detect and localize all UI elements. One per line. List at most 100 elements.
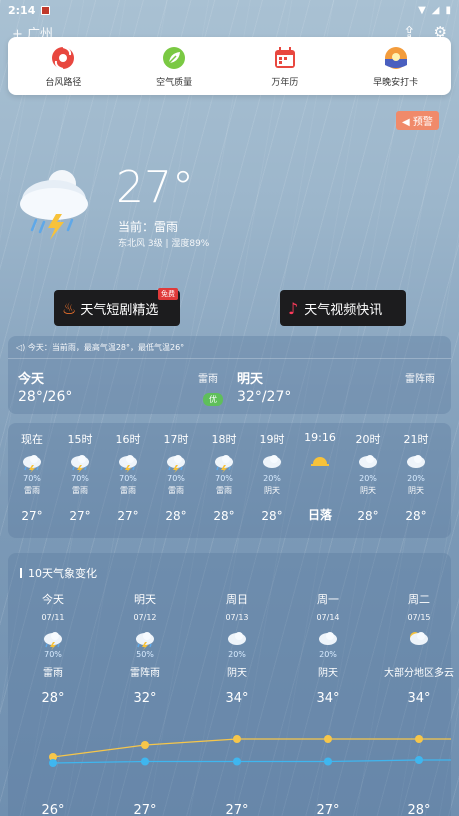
hour-temp: 28°: [357, 509, 379, 523]
hour-condition: 阴天: [264, 486, 280, 495]
hour-icon-wrap: [309, 450, 331, 470]
wind-humidity: 东北风 3级 | 湿度89%: [118, 239, 210, 249]
day-condition: 雷阵雨: [130, 668, 160, 679]
day-item[interactable]: 今天 07/11 70% 雷雨 28° 26°: [8, 591, 98, 816]
hour-icon-wrap: [357, 453, 379, 473]
current-condition: 当前：雷雨: [118, 220, 179, 234]
day-date: 07/11: [41, 613, 65, 622]
divider: [8, 358, 451, 359]
quick-item-typhoon[interactable]: 台风路径: [13, 45, 113, 88]
hour-time: 19时: [259, 433, 285, 446]
day-precip: 20%: [319, 650, 337, 659]
hour-precip: 70%: [167, 474, 185, 483]
cloud-icon: [319, 632, 337, 645]
hour-precip: 70%: [215, 474, 233, 483]
hour-temp: 27°: [69, 509, 91, 523]
day-high: 28°: [41, 691, 65, 706]
quick-item-air-quality[interactable]: 空气质量: [124, 45, 224, 88]
hourly-item: 19:16 日落: [296, 423, 344, 523]
battery-icon: ▮: [445, 4, 451, 16]
high-temp-point: [324, 735, 332, 743]
quick-item-calendar[interactable]: 万年历: [235, 45, 335, 88]
high-temp-point: [415, 735, 423, 743]
hour-icon-wrap: [69, 453, 91, 473]
hour-temp: 28°: [405, 509, 427, 523]
cloud-icon: [228, 632, 246, 645]
hourly-item: 21时 20% 阴天 28°: [392, 423, 440, 523]
cloud-icon: [407, 455, 425, 468]
hour-condition: 雷雨: [216, 486, 232, 495]
day-precip: 20%: [228, 650, 246, 659]
day-item[interactable]: 周一 07/14 20% 阴天 34° 27°: [283, 591, 373, 816]
hour-condition: 雷雨: [24, 486, 40, 495]
day-item[interactable]: 明天 07/12 50% 雷阵雨 32° 27°: [100, 591, 190, 816]
today-range: 28°/26°: [18, 389, 73, 405]
hourly-item: 19时 20% 阴天 28°: [248, 423, 296, 523]
quick-item-checkin[interactable]: 早晚安打卡: [346, 45, 446, 88]
hour-condition: 阴天: [408, 486, 424, 495]
short-drama-button[interactable]: ♨ 天气短剧精选 免费: [54, 288, 180, 326]
hourly-item: 17时 70% 雷雨 28°: [152, 423, 200, 523]
quick-item-label: 空气质量: [156, 77, 193, 88]
day-item[interactable]: 周二 07/15 大部分地区多云 34° 28°: [374, 591, 459, 816]
hour-temp: 28°: [261, 509, 283, 523]
day-precip: 70%: [44, 650, 62, 659]
hour-icon-wrap: [165, 453, 187, 473]
day-high: 32°: [133, 691, 157, 706]
high-temp-line: [52, 738, 451, 758]
speaker-icon: ◁): [16, 343, 28, 352]
day-icon-wrap: [42, 630, 64, 650]
day-name: 周二: [408, 593, 430, 606]
hour-condition: 阴天: [360, 486, 376, 495]
day-condition: 阴天: [227, 668, 247, 679]
notification-icon: [41, 5, 51, 15]
sunset-icon: [311, 457, 329, 466]
hour-icon-wrap: [261, 453, 283, 473]
hour-temp: 28°: [213, 509, 235, 523]
day-high: 34°: [407, 691, 431, 706]
hourly-item: 15时 70% 雷雨 27°: [56, 423, 104, 523]
day-name: 周日: [226, 593, 248, 606]
aqi-badge: 优: [203, 393, 223, 406]
today-condition: 雷雨: [198, 374, 218, 385]
day-date: 07/12: [133, 613, 157, 622]
thunderstorm-icon: [167, 455, 185, 473]
daily-summary-card[interactable]: ◁) 今天：当前雨，最高气温28°，最低气温26° 今天 28°/26° 雷雨 …: [8, 336, 451, 414]
tiktok-icon: ♪: [288, 298, 299, 318]
hour-temp: 日落: [307, 508, 332, 522]
typhoon-icon: [52, 45, 75, 70]
day-condition: 大部分地区多云: [384, 668, 454, 679]
hour-time: 16时: [115, 433, 141, 446]
day-condition: 雷雨: [43, 668, 63, 679]
video-news-button[interactable]: ♪ 天气视频快讯: [280, 290, 406, 326]
free-badge: 免费: [158, 288, 178, 300]
weather-notice: ◁) 今天：当前雨，最高气温28°，最低气温26°: [16, 342, 184, 353]
megaphone-icon: ◀: [402, 117, 413, 128]
hour-time: 15时: [67, 433, 93, 446]
day-high: 34°: [316, 691, 340, 706]
day-precip: [374, 650, 459, 660]
hour-precip: 70%: [119, 474, 137, 483]
hour-precip: [296, 471, 344, 481]
hour-condition: 雷雨: [120, 486, 136, 495]
hour-icon-wrap: [21, 453, 43, 473]
hour-condition: 雷雨: [72, 486, 88, 495]
hour-icon-wrap: [213, 453, 235, 473]
thunderstorm-icon: [119, 455, 137, 473]
day-name: 周一: [317, 593, 339, 606]
cloud-icon: [263, 455, 281, 468]
day-item[interactable]: 周日 07/13 20% 阴天 34° 27°: [192, 591, 282, 816]
hour-precip: 20%: [359, 474, 377, 483]
today-label: 今天: [18, 372, 45, 387]
video-news-label: 天气视频快讯: [304, 302, 383, 318]
thunderstorm-icon: [71, 455, 89, 473]
day-low: 27°: [316, 803, 340, 816]
cloud-icon: [359, 455, 377, 468]
low-temp-point: [49, 759, 57, 767]
hourly-forecast[interactable]: 现在 70% 雷雨 27° 15时 70% 雷雨 27° 16时 70% 雷雨 27° 17时 70% 雷雨…: [8, 423, 451, 538]
ten-day-forecast[interactable]: 10天气象变化 今天 07/11 70% 雷雨 28° 26° 明天 07/12 50% 雷阵雨 3…: [8, 553, 454, 816]
tomorrow-block: 明天 32°/27°: [237, 368, 291, 405]
warning-alert-button[interactable]: ◀ 预警: [396, 111, 439, 130]
notice-text: 今天：当前雨，最高气温28°，最低气温26°: [27, 343, 185, 352]
low-temp-point: [141, 757, 149, 766]
